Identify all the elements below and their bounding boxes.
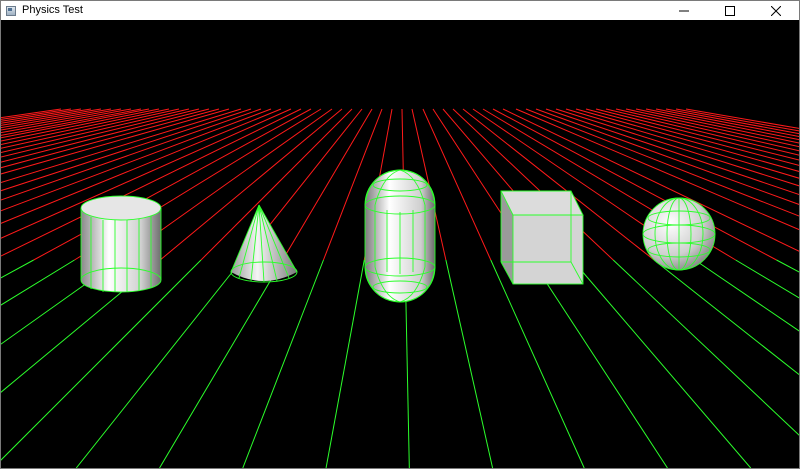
close-button[interactable] — [753, 1, 799, 20]
minimize-icon — [679, 10, 689, 11]
title-bar[interactable]: Physics Test — [1, 1, 799, 20]
maximize-button[interactable] — [707, 1, 753, 20]
maximize-icon — [725, 5, 735, 16]
app-window-icon — [6, 5, 16, 16]
render-viewport[interactable] — [1, 20, 799, 468]
box-object — [500, 190, 584, 285]
minimize-button[interactable] — [661, 1, 707, 20]
cylinder-object — [80, 195, 162, 293]
scene-canvas — [1, 20, 799, 468]
sphere-object — [642, 197, 716, 271]
window-title: Physics Test — [22, 4, 83, 16]
app-window: Physics Test — [0, 0, 800, 469]
window-controls — [661, 1, 799, 20]
capsule-object — [364, 169, 436, 303]
close-icon — [771, 5, 781, 16]
